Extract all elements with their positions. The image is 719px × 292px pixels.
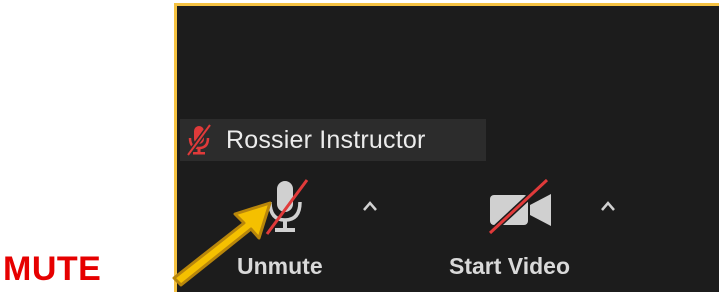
- pointer-arrow-icon: [172, 201, 272, 287]
- mute-annotation-label: MUTE: [3, 250, 102, 288]
